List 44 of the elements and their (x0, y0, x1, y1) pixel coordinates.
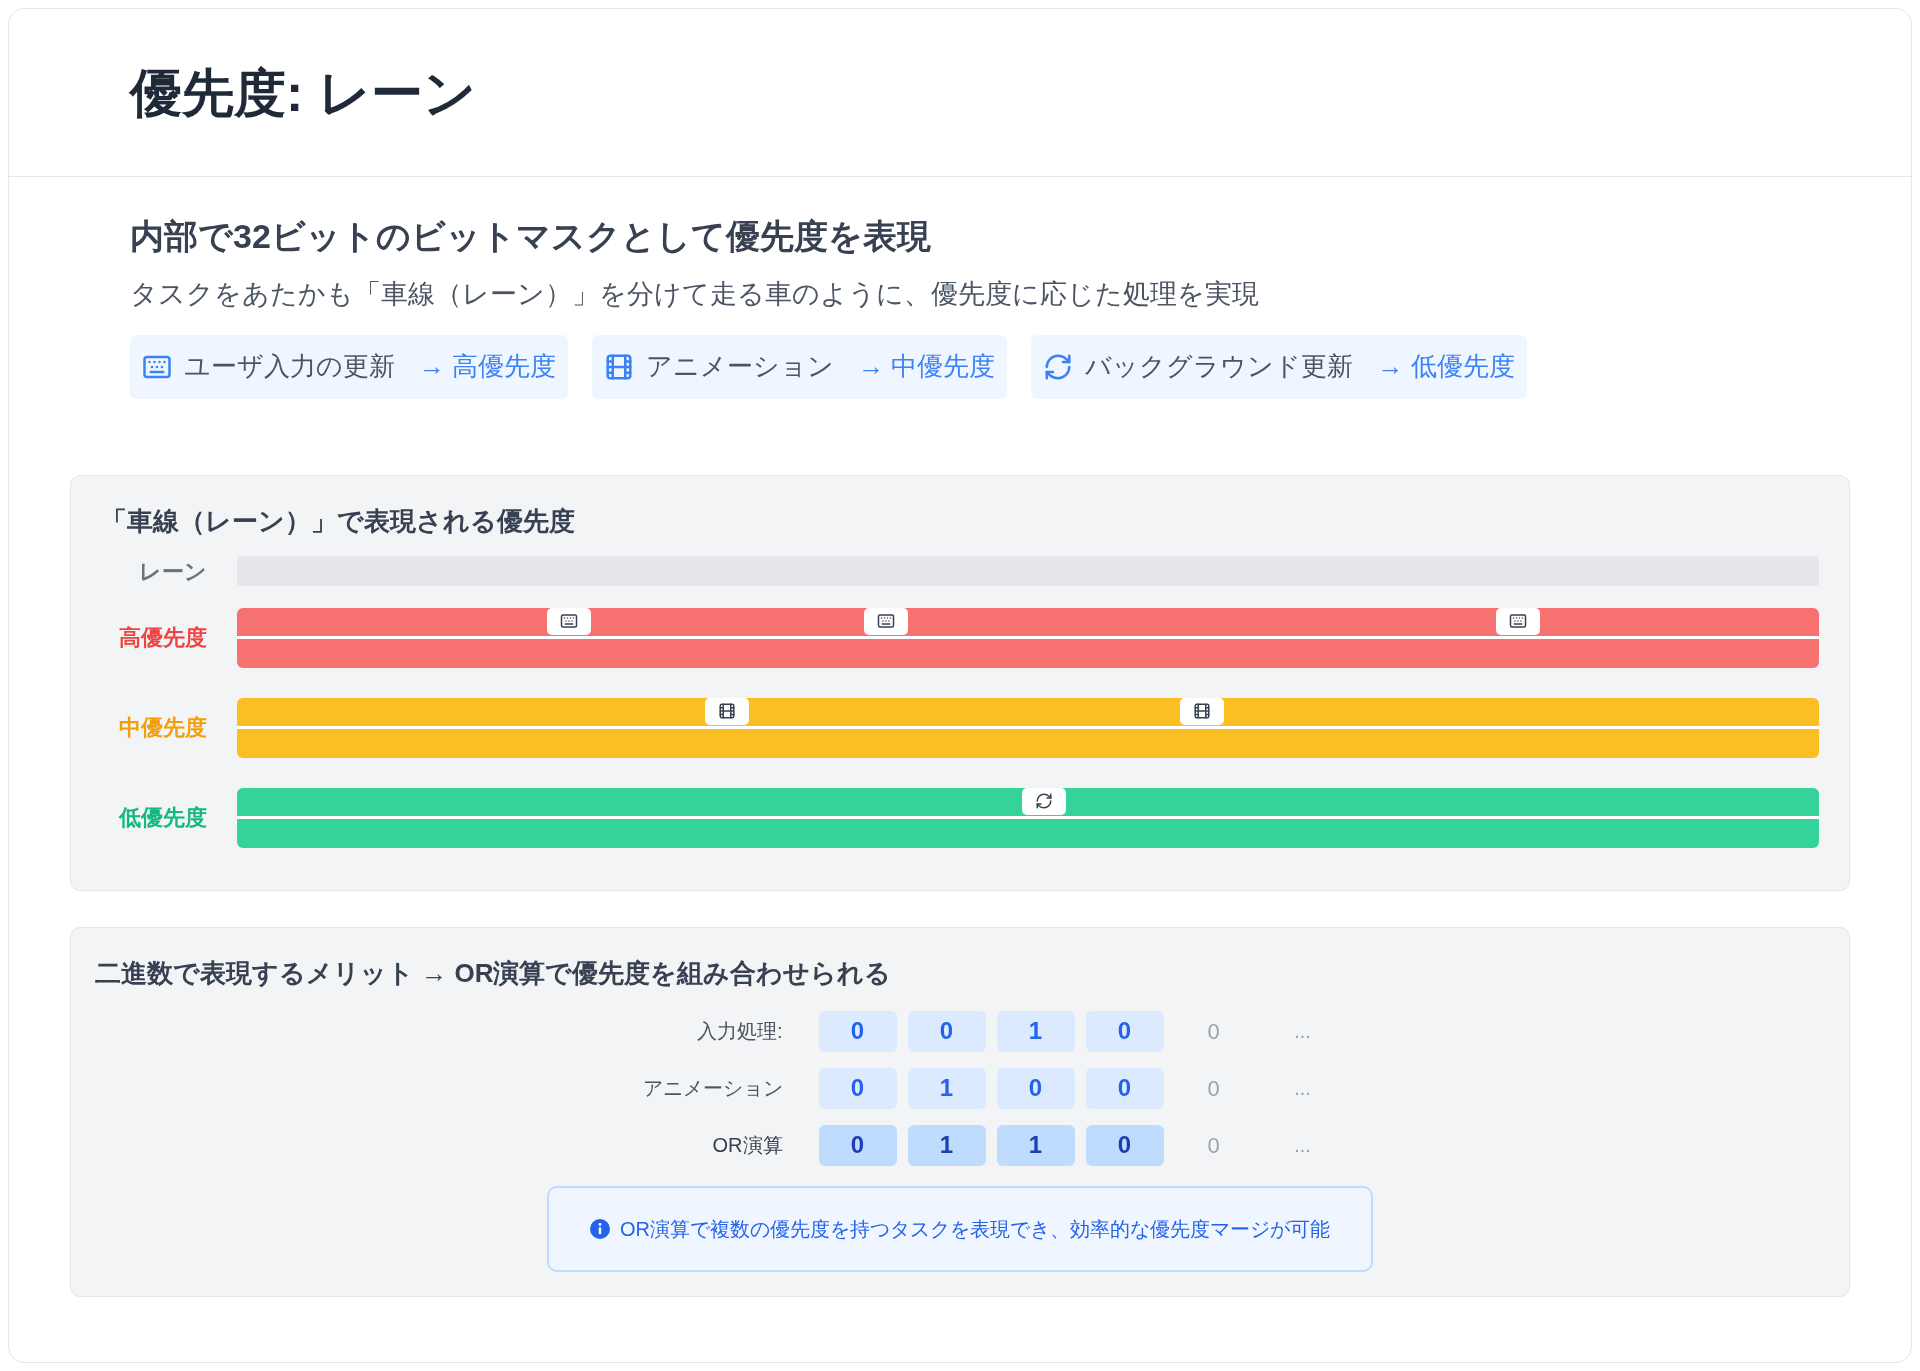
lane-label: 低優先度 (117, 804, 208, 832)
bit-cell: 0 (996, 1067, 1075, 1109)
ellipsis: ... (1293, 1133, 1312, 1158)
tag-label: バックグラウンド更新 (1085, 350, 1354, 383)
ellipsis: ... (1293, 1076, 1312, 1101)
film-icon (718, 702, 737, 720)
bit-value: 0 (1206, 1017, 1221, 1046)
bit-cell: 1 (996, 1010, 1075, 1052)
bit-cell: 1 (996, 1124, 1075, 1166)
tag-label: アニメーション (646, 350, 835, 383)
bit-cell: 1 (907, 1067, 986, 1109)
bit-cell: 0 (1085, 1067, 1164, 1109)
bit-cell: 0 (818, 1067, 897, 1109)
lane-header-label: レーン (138, 557, 208, 586)
panel-title: 二進数で表現するメリット → OR演算で優先度を組み合わせられる (95, 956, 893, 990)
refresh-icon (1034, 792, 1053, 810)
keyboard-icon (1509, 612, 1528, 630)
lane-label: 高優先度 (118, 624, 208, 652)
row-label: OR演算 (711, 1133, 784, 1158)
bit-cell: 0 (1085, 1010, 1164, 1052)
tag-label: ユーザ入力の更新 (184, 350, 395, 383)
keyboard-icon (560, 612, 579, 630)
lane-label: 中優先度 (118, 714, 208, 742)
bit-cell: 0 (818, 1010, 897, 1052)
film-icon (1193, 702, 1211, 720)
bit-cell: 0 (907, 1010, 986, 1052)
bit-cell: 0 (818, 1124, 897, 1166)
bit-cell: 0 (1085, 1124, 1164, 1166)
tag-priority: → 中優先度 (858, 350, 996, 383)
row-label: 入力処理: (695, 1019, 784, 1044)
bit-value: 0 (1206, 1074, 1221, 1103)
tag-priority: → 低優先度 (1377, 350, 1515, 383)
ellipsis: ... (1293, 1019, 1312, 1044)
bit-cell: 1 (907, 1124, 986, 1166)
row-label: アニメーション (641, 1076, 784, 1101)
info-icon (590, 1218, 610, 1239)
panel-title: 「車線（レーン）」で表現される優先度 (101, 504, 576, 538)
tag-priority: → 高優先度 (419, 350, 557, 383)
section-description: タスクをあたかも「車線（レーン）」を分けて走る車のように、優先度に応じた処理を実現 (130, 278, 1260, 311)
info-text: OR演算で複数の優先度を持つタスクを表現でき、効率的な優先度マージが可能 (620, 1216, 1330, 1242)
page-title: 優先度: レーン (130, 62, 476, 124)
keyboard-icon (876, 612, 895, 630)
section-heading: 内部で32ビットのビットマスクとして優先度を表現 (130, 216, 932, 257)
bit-value: 0 (1206, 1131, 1221, 1160)
